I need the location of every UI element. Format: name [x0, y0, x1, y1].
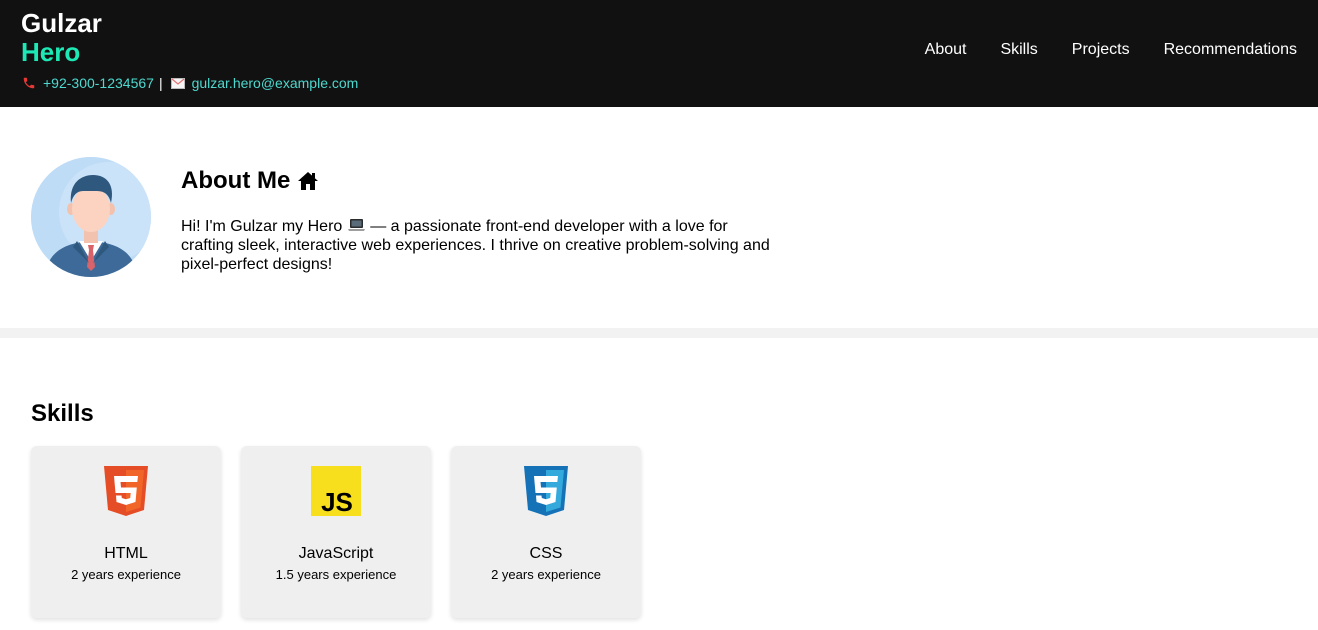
- brand: Gulzar Hero: [21, 9, 102, 67]
- section-divider: [0, 328, 1318, 338]
- contact-separator: |: [158, 75, 163, 91]
- nav-about[interactable]: About: [925, 41, 967, 59]
- skill-name: JavaScript: [298, 545, 374, 562]
- skill-experience: 2 years experience: [491, 567, 601, 582]
- nav-projects[interactable]: Projects: [1072, 41, 1130, 59]
- skill-card-javascript: JS JavaScript 1.5 years experience: [241, 446, 431, 618]
- avatar-illustration: [31, 157, 151, 277]
- about-title-text: About Me: [181, 167, 291, 194]
- nav-recommendations[interactable]: Recommendations: [1164, 41, 1297, 59]
- phone-link[interactable]: +92-300-1234567: [43, 75, 154, 91]
- css3-icon: [524, 466, 568, 516]
- contact-info: +92-300-1234567 | gulzar.hero@example.co…: [22, 75, 358, 91]
- brand-first-name: Gulzar: [21, 8, 102, 38]
- skill-card-html: HTML 2 years experience: [31, 446, 221, 618]
- about-text: Hi! I'm Gulzar my Hero — a passionate fr…: [181, 217, 781, 274]
- mail-icon: [170, 77, 185, 89]
- svg-text:JS: JS: [321, 487, 353, 516]
- site-header: Gulzar Hero +92-300-1234567 | gulzar.her…: [0, 0, 1318, 107]
- skill-card-css: CSS 2 years experience: [451, 446, 641, 618]
- skill-experience: 2 years experience: [71, 567, 181, 582]
- html5-icon: [104, 466, 148, 516]
- skill-name: HTML: [104, 545, 148, 562]
- skill-experience: 1.5 years experience: [275, 567, 397, 582]
- phone-icon: [23, 77, 35, 89]
- home-icon: [298, 172, 319, 190]
- laptop-icon: [347, 219, 365, 231]
- email-link[interactable]: gulzar.hero@example.com: [192, 75, 359, 91]
- skills-title: Skills: [31, 400, 94, 427]
- avatar: [31, 157, 151, 277]
- about-section: About Me Hi! I'm Gulzar my Hero — a pass…: [0, 107, 1318, 328]
- about-title: About Me: [181, 167, 319, 195]
- about-text-intro: Hi! I'm Gulzar my Hero: [181, 218, 347, 235]
- brand-last-name: Hero: [21, 37, 81, 67]
- javascript-icon: JS: [311, 466, 361, 516]
- main-nav: About Skills Projects Recommendations: [891, 41, 1297, 59]
- nav-skills[interactable]: Skills: [1000, 41, 1037, 59]
- skills-section: Skills HTML 2 years experience JS JavaSc…: [0, 338, 1318, 630]
- skill-name: CSS: [529, 545, 563, 562]
